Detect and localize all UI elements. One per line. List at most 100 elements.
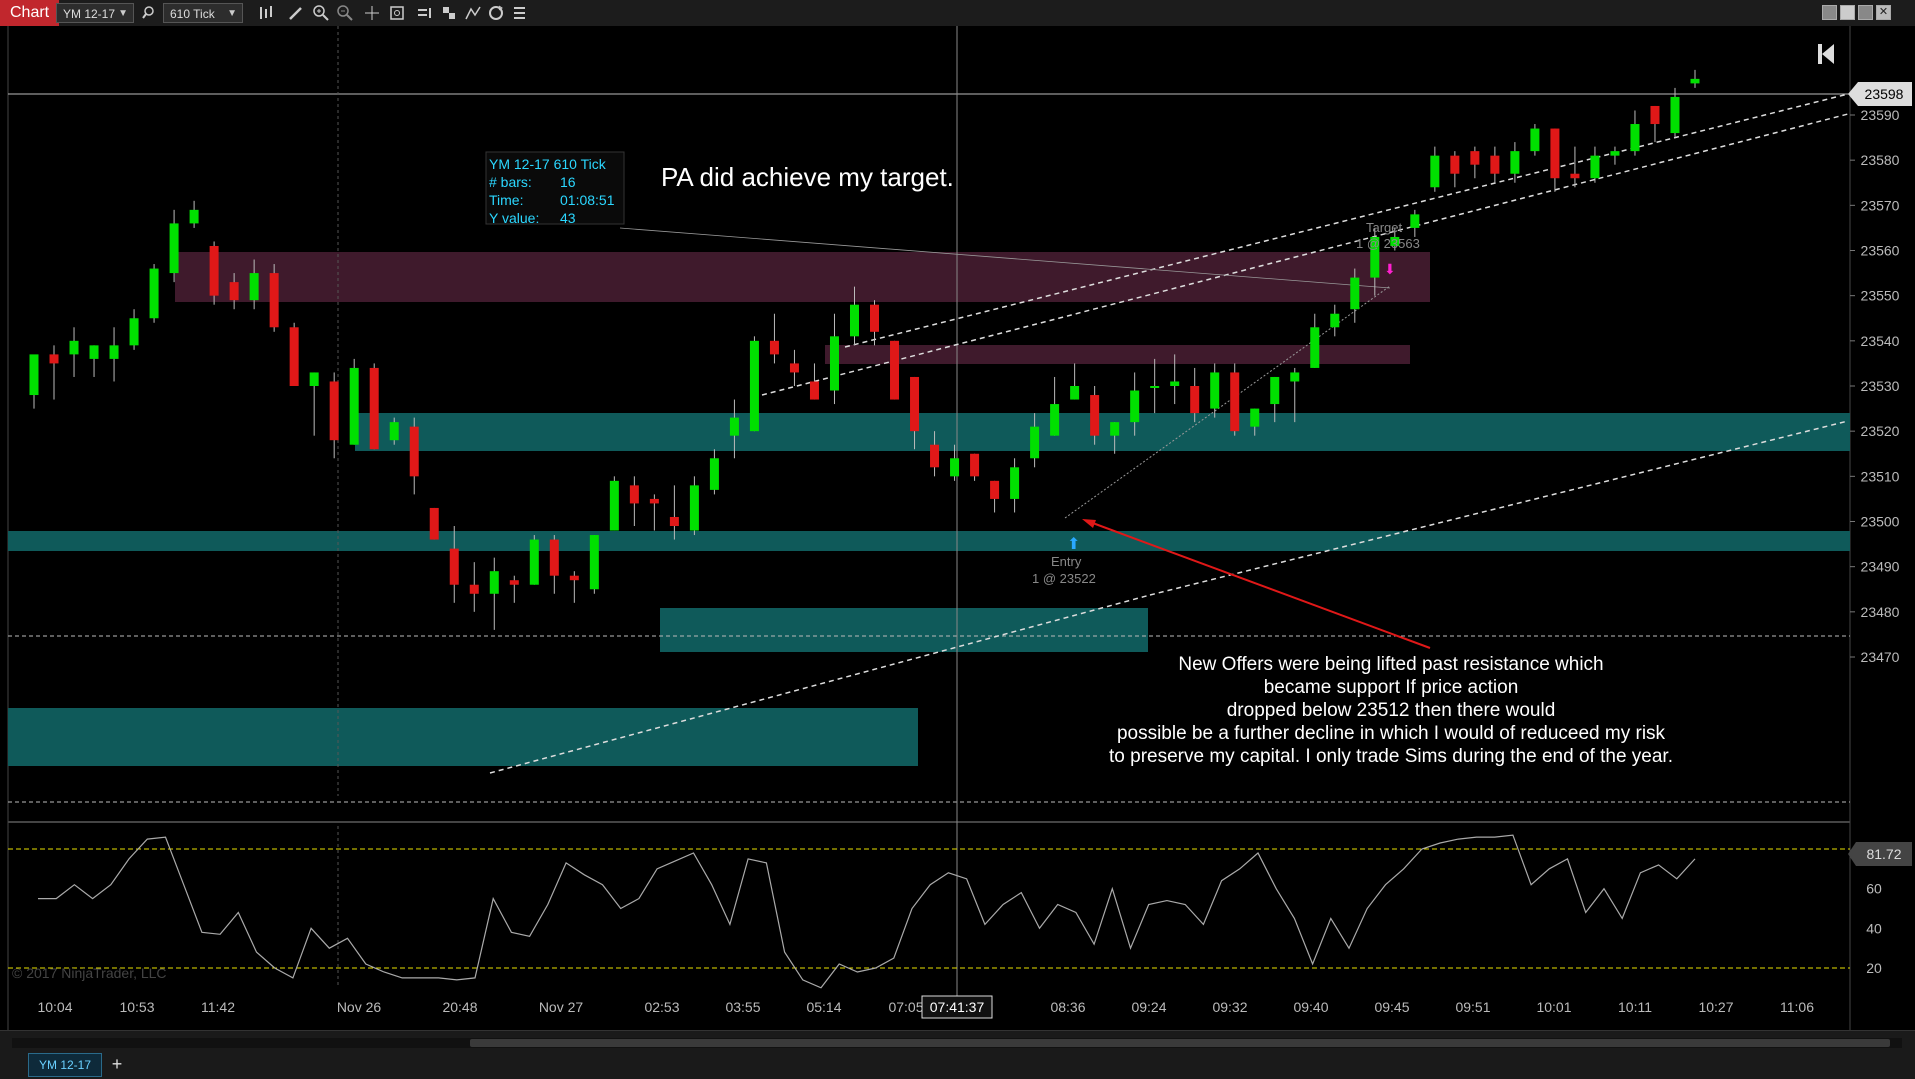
price-chart[interactable]: ⬆ Entry 1 @ 23522 ⬇ Target 1 @ 23563 YM … [0, 26, 1915, 1030]
candle-body [1190, 386, 1200, 414]
candle-body [629, 485, 639, 504]
candle-body [1030, 426, 1040, 459]
candle-body [189, 209, 199, 224]
candle-body [930, 444, 940, 468]
price-tick-label: 23470 [1861, 649, 1900, 665]
interval-selector[interactable]: 610 Tick ▼ [163, 3, 243, 23]
bar-type-icon[interactable] [256, 3, 276, 23]
candle-body [329, 381, 339, 441]
chart-tab[interactable]: Chart [0, 0, 60, 26]
add-tab-button[interactable]: + [106, 1053, 128, 1075]
price-tick-label: 23570 [1861, 197, 1900, 213]
candle [890, 340, 900, 400]
crosshair-time-label: 07:41:37 [930, 999, 985, 1015]
candle-body [269, 273, 279, 328]
candle-body [1250, 408, 1260, 427]
price-tick-label: 23490 [1861, 559, 1900, 575]
candle-body [549, 539, 559, 576]
restore-icon[interactable] [1822, 5, 1837, 20]
crosshair-icon[interactable] [362, 3, 382, 23]
candle [269, 264, 279, 332]
candle-body [169, 223, 179, 274]
instrument-value: YM 12-17 [63, 7, 116, 21]
time-tick-label: Nov 27 [539, 999, 584, 1015]
candle-body [249, 273, 259, 301]
price-tick-label: 23530 [1861, 378, 1900, 394]
candle-body [1350, 277, 1360, 310]
candle-body [1130, 390, 1140, 423]
maximize-icon[interactable] [1840, 5, 1855, 20]
chevron-down-icon: ▼ [227, 8, 237, 19]
data-box-icon[interactable] [387, 3, 407, 23]
candle-body [1550, 128, 1560, 179]
candle-body [389, 422, 399, 441]
oscillator-tick-label: 60 [1866, 881, 1882, 897]
candle-body [349, 367, 359, 445]
tile-icon[interactable] [1858, 5, 1873, 20]
resistance-zone-mid [825, 345, 1410, 364]
candle-body [609, 480, 619, 531]
candle-body [1010, 467, 1020, 499]
price-tick-label: 23580 [1861, 152, 1900, 168]
candle-body [569, 575, 579, 581]
trade-note-line-4: possible be a further decline in which I… [1117, 723, 1666, 744]
candle-body [1230, 372, 1240, 432]
candle [1230, 363, 1240, 436]
trade-note-line-5: to preserve my capital. I only trade Sim… [1109, 746, 1673, 767]
watermark: © 2017 NinjaTrader, LLC [12, 965, 167, 981]
target-label: Target [1366, 220, 1403, 235]
price-tick-label: 23480 [1861, 604, 1900, 620]
candle-body [1330, 313, 1340, 328]
close-icon[interactable]: ✕ [1876, 5, 1891, 20]
candle-body [449, 548, 459, 585]
candle-body [1070, 386, 1080, 400]
series-tab-ym[interactable]: YM 12-17 [28, 1053, 103, 1077]
drawing-tools-icon[interactable] [463, 3, 483, 23]
pencil-icon[interactable] [286, 3, 306, 23]
trade-note-line-1: New Offers were being lifted past resist… [1178, 654, 1603, 675]
resistance-zone-upper [175, 252, 1430, 302]
candle-body [229, 282, 239, 301]
zoom-out-icon[interactable] [335, 3, 355, 23]
candle-body [109, 345, 119, 359]
time-tick-label: 03:55 [725, 999, 760, 1015]
support-zone-23540 [355, 413, 1850, 451]
candle-body [509, 580, 519, 585]
properties-icon[interactable] [509, 3, 529, 23]
search-icon[interactable] [140, 3, 160, 23]
price-tick-label: 23500 [1861, 514, 1900, 530]
target-arrow-icon: ⬇ [1384, 261, 1396, 277]
candle-body [489, 571, 499, 594]
candle [1530, 124, 1540, 156]
scrollbar-thumb[interactable] [470, 1039, 1890, 1047]
candle [529, 535, 539, 585]
oscillator-tick-label: 20 [1866, 960, 1882, 976]
candle-body [950, 458, 960, 477]
candle-body [970, 453, 980, 477]
price-tick-label: 23550 [1861, 288, 1900, 304]
candle-body [1270, 376, 1280, 405]
zoom-in-icon[interactable] [311, 3, 331, 23]
oscillator-tick-label: 40 [1866, 920, 1882, 936]
crosshair-time-marker: 07:41:37 [921, 995, 993, 1019]
time-tick-label: 08:36 [1050, 999, 1085, 1015]
candle-body [1570, 173, 1580, 179]
candle-body [749, 340, 759, 432]
candle-body [709, 458, 719, 490]
strategies-icon[interactable] [415, 3, 435, 23]
candle-body [1610, 151, 1620, 156]
support-zone-23520 [8, 531, 1850, 551]
refresh-icon[interactable] [486, 3, 506, 23]
time-tick-label: 11:42 [201, 999, 235, 1015]
indicators-icon[interactable] [440, 3, 460, 23]
candle-body [769, 340, 779, 355]
databox-bars-label: # bars: [489, 174, 532, 190]
databox-bars-value: 16 [560, 174, 576, 190]
candle-body [49, 354, 59, 364]
candle-body [589, 535, 599, 590]
instrument-selector[interactable]: YM 12-17 ▼ [56, 3, 134, 23]
time-tick-label: 02:53 [644, 999, 679, 1015]
time-tick-label: 10:27 [1698, 999, 1733, 1015]
chart-bottom-bar: YM 12-17 + [0, 1030, 1915, 1079]
databox-y-value: 43 [560, 210, 576, 226]
